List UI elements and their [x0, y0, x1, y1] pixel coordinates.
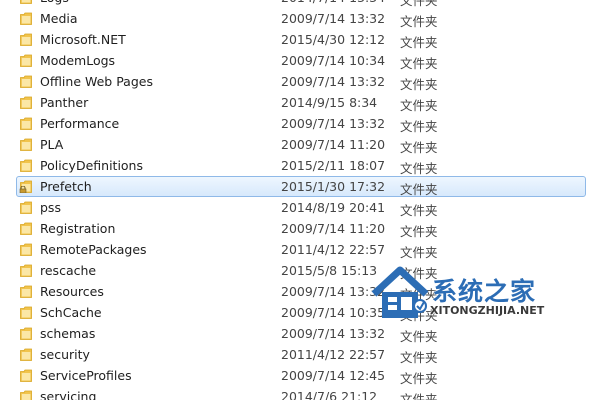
file-row[interactable]: Prefetch 2015/1/30 17:32 文件夹	[16, 176, 586, 197]
file-date: 2015/1/30 17:32	[281, 179, 386, 194]
file-list: Logs 2014/7/14 13:34 文件夹 Media 2009/7/14 13:…	[0, 0, 600, 400]
file-type: 文件夹	[400, 245, 438, 260]
file-date: 2014/9/15 8:34	[281, 95, 378, 110]
file-type: 文件夹	[400, 98, 438, 113]
folder-icon	[20, 201, 32, 214]
watermark-title: 系统之家	[432, 277, 537, 306]
file-date: 2009/7/14 12:45	[281, 368, 386, 383]
folder-icon	[20, 369, 32, 382]
file-row[interactable]: Microsoft.NET 2015/4/30 12:12 文件夹	[16, 29, 586, 50]
file-row[interactable]: security 2011/4/12 22:57 文件夹	[16, 344, 586, 365]
file-date: 2009/7/14 13:32	[281, 74, 386, 89]
file-row[interactable]: Performance 2009/7/14 13:32 文件夹	[16, 113, 586, 134]
file-date: 2009/7/14 11:20	[281, 137, 386, 152]
file-name: rescache	[40, 263, 97, 278]
file-date: 2009/7/14 11:20	[281, 221, 386, 236]
folder-icon	[20, 33, 32, 46]
folder-icon	[20, 117, 32, 130]
file-name: PLA	[40, 137, 64, 152]
file-name: Prefetch	[40, 179, 92, 194]
file-name: PolicyDefinitions	[40, 158, 143, 173]
watermark: 系统之家 XITONGZHIJIA.NET	[368, 262, 588, 332]
folder-icon	[20, 390, 32, 400]
file-name: Resources	[40, 284, 104, 299]
file-name: SchCache	[40, 305, 102, 320]
file-date: 2009/7/14 13:32	[281, 116, 386, 131]
file-type: 文件夹	[400, 371, 438, 386]
file-date: 2009/7/14 13:32	[281, 11, 386, 26]
file-name: Offline Web Pages	[40, 74, 153, 89]
watermark-subtitle: XITONGZHIJIA.NET	[430, 304, 545, 317]
file-row[interactable]: Panther 2014/9/15 8:34 文件夹	[16, 92, 586, 113]
file-row[interactable]: Registration 2009/7/14 11:20 文件夹	[16, 218, 586, 239]
file-type: 文件夹	[400, 35, 438, 50]
file-name: RemotePackages	[40, 242, 147, 257]
file-type: 文件夹	[400, 224, 438, 239]
file-name: Performance	[40, 116, 120, 131]
folder-icon	[20, 12, 32, 25]
file-name: ServiceProfiles	[40, 368, 132, 383]
file-type: 文件夹	[400, 56, 438, 71]
file-name: Logs	[40, 0, 69, 5]
file-row[interactable]: ModemLogs 2009/7/14 10:34 文件夹	[16, 50, 586, 71]
file-name: ModemLogs	[40, 53, 116, 68]
file-date: 2015/4/30 12:12	[281, 32, 386, 47]
file-type: 文件夹	[400, 119, 438, 134]
folder-icon	[20, 306, 32, 319]
file-date: 2011/4/12 22:57	[281, 347, 386, 362]
explorer-viewport: Logs 2014/7/14 13:34 文件夹 Media 2009/7/14 13:…	[0, 0, 600, 400]
file-type: 文件夹	[400, 140, 438, 155]
file-name: servicing	[40, 389, 97, 400]
file-date: 2014/8/19 20:41	[281, 200, 386, 215]
folder-icon	[20, 285, 32, 298]
file-name: Panther	[40, 95, 89, 110]
file-row[interactable]: Media 2009/7/14 13:32 文件夹	[16, 8, 586, 29]
file-name: Media	[40, 11, 78, 26]
file-name: Registration	[40, 221, 116, 236]
file-type: 文件夹	[400, 161, 438, 176]
file-type: 文件夹	[400, 77, 438, 92]
file-name: Microsoft.NET	[40, 32, 126, 47]
file-date: 2014/7/14 13:34	[281, 0, 385, 5]
file-row[interactable]: servicing 2014/7/6 21:12 文件夹	[16, 386, 586, 400]
file-type: 文件夹	[400, 350, 438, 365]
folder-icon	[20, 264, 32, 277]
folder-icon	[20, 327, 32, 340]
file-row[interactable]: ServiceProfiles 2009/7/14 12:45 文件夹	[16, 365, 586, 386]
file-date: 2015/5/8 15:13	[281, 263, 378, 278]
file-row[interactable]: pss 2014/8/19 20:41 文件夹	[16, 197, 586, 218]
file-row[interactable]: Logs2014/7/14 13:34文件夹	[16, 0, 586, 8]
file-row[interactable]: RemotePackages 2011/4/12 22:57 文件夹	[16, 239, 586, 260]
folder-icon	[20, 0, 32, 4]
file-row[interactable]: Offline Web Pages 2009/7/14 13:32 文件夹	[16, 71, 586, 92]
folder-icon	[20, 159, 32, 172]
file-date: 2014/7/6 21:12	[281, 389, 378, 400]
folder-icon	[20, 243, 32, 256]
file-type: 文件夹	[400, 392, 438, 400]
file-type: 文件夹	[400, 182, 438, 197]
file-row[interactable]: PolicyDefinitions 2015/2/11 18:07 文件夹	[16, 155, 586, 176]
file-date: 2011/4/12 22:57	[281, 242, 386, 257]
file-row[interactable]: PLA 2009/7/14 11:20 文件夹	[16, 134, 586, 155]
folder-icon	[20, 138, 32, 151]
folder-icon	[20, 75, 32, 88]
file-date: 2009/7/14 10:34	[281, 53, 386, 68]
folder-icon	[20, 54, 32, 67]
folder-icon	[20, 96, 32, 109]
folder-icon	[20, 348, 32, 361]
lock-icon	[19, 186, 27, 193]
file-type: 文件夹	[400, 203, 438, 218]
folder-icon	[20, 222, 32, 235]
file-name: security	[40, 347, 90, 362]
file-name: schemas	[40, 326, 96, 341]
file-type: 文件夹	[400, 14, 438, 29]
file-date: 2015/2/11 18:07	[281, 158, 386, 173]
house-logo-icon	[371, 266, 429, 318]
file-name: pss	[40, 200, 61, 215]
